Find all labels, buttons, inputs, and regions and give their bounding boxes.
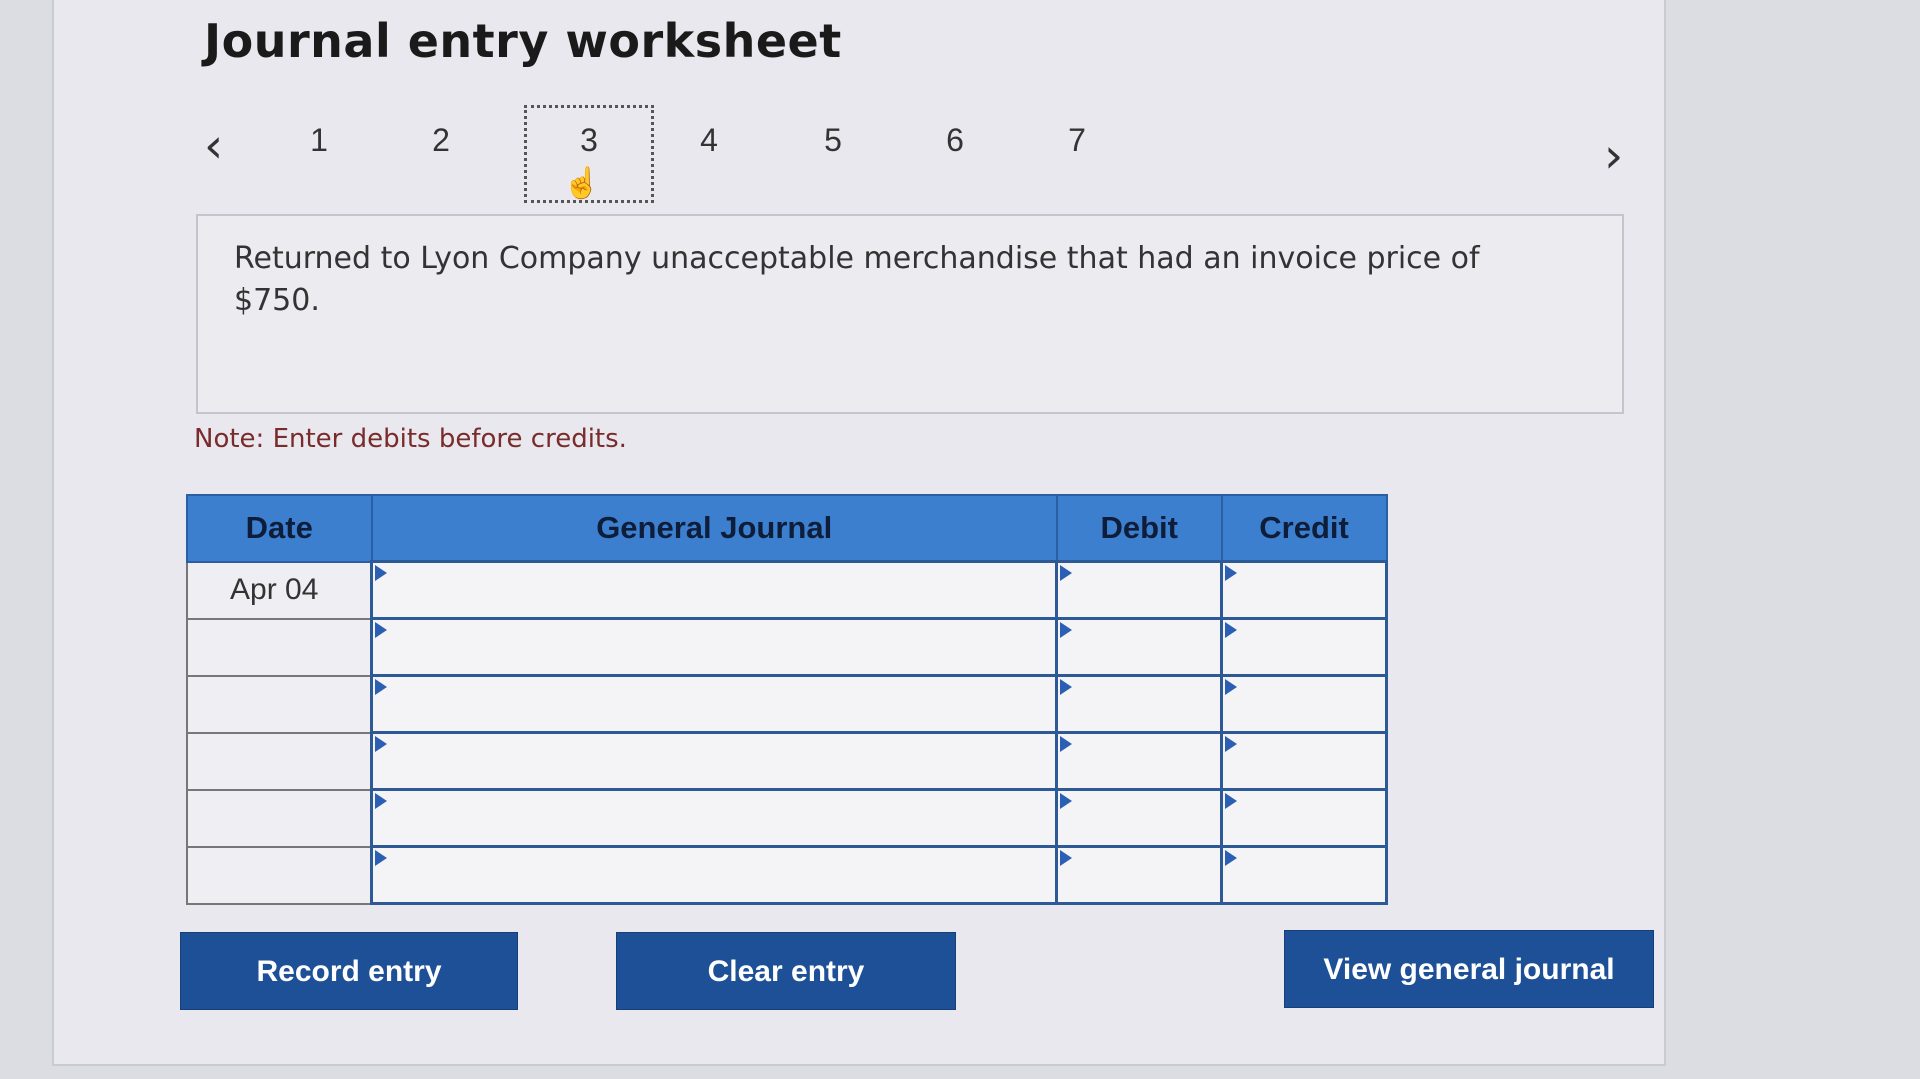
debit-input[interactable] <box>1055 845 1224 905</box>
credit-input[interactable] <box>1220 617 1388 677</box>
hand-cursor-icon: ☝ <box>563 167 601 200</box>
credit-input[interactable] <box>1220 788 1388 848</box>
account-input[interactable] <box>370 674 1059 734</box>
credit-input[interactable] <box>1220 560 1388 620</box>
step-7[interactable]: 7 <box>1032 122 1122 159</box>
dropdown-marker-icon <box>1225 565 1238 581</box>
date-cell <box>186 731 373 791</box>
step-3-label: 3 <box>580 122 598 158</box>
chevron-left-icon[interactable]: ‹ <box>204 118 223 174</box>
step-3-active[interactable]: 3 ☝ <box>524 105 654 203</box>
dropdown-marker-icon <box>1060 565 1073 581</box>
step-5[interactable]: 5 <box>788 122 878 159</box>
dropdown-marker-icon <box>1060 679 1073 695</box>
journal-table: Date General Journal Debit Credit Apr 04 <box>186 494 1388 905</box>
date-cell <box>186 788 373 848</box>
dropdown-marker-icon <box>375 622 388 638</box>
view-general-journal-button[interactable]: View general journal <box>1284 930 1654 1008</box>
step-1[interactable]: 1 <box>274 122 364 159</box>
table-row <box>186 788 1388 848</box>
debit-input[interactable] <box>1055 674 1224 734</box>
dropdown-marker-icon <box>375 793 388 809</box>
account-input[interactable] <box>370 560 1059 620</box>
transaction-description: Returned to Lyon Company unacceptable me… <box>234 241 1480 318</box>
date-cell <box>186 617 373 677</box>
clear-entry-button[interactable]: Clear entry <box>616 932 956 1010</box>
debit-input[interactable] <box>1055 560 1224 620</box>
credit-input[interactable] <box>1220 731 1388 791</box>
step-6[interactable]: 6 <box>910 122 1000 159</box>
general-journal-header: General Journal <box>370 494 1058 563</box>
chevron-right-icon[interactable]: › <box>1604 128 1623 184</box>
dropdown-marker-icon <box>1225 793 1238 809</box>
table-row <box>186 674 1388 734</box>
account-input[interactable] <box>370 617 1059 677</box>
table-row: Apr 04 <box>186 560 1388 620</box>
step-4[interactable]: 4 <box>664 122 754 159</box>
step-2[interactable]: 2 <box>396 122 486 159</box>
debit-input[interactable] <box>1055 617 1224 677</box>
entry-note: Note: Enter debits before credits. <box>194 424 627 454</box>
dropdown-marker-icon <box>1060 850 1073 866</box>
dropdown-marker-icon <box>375 679 388 695</box>
date-header: Date <box>186 494 373 563</box>
date-cell <box>186 845 373 905</box>
journal-header-row: Date General Journal Debit Credit <box>186 494 1388 563</box>
debit-header: Debit <box>1055 494 1223 563</box>
credit-input[interactable] <box>1220 845 1388 905</box>
dropdown-marker-icon <box>375 565 388 581</box>
page-title: Journal entry worksheet <box>204 14 842 68</box>
record-entry-button[interactable]: Record entry <box>180 932 518 1010</box>
dropdown-marker-icon <box>1225 736 1238 752</box>
account-input[interactable] <box>370 731 1059 791</box>
dropdown-marker-icon <box>1225 679 1238 695</box>
debit-input[interactable] <box>1055 731 1224 791</box>
dropdown-marker-icon <box>1225 622 1238 638</box>
dropdown-marker-icon <box>1060 736 1073 752</box>
table-row <box>186 845 1388 905</box>
account-input[interactable] <box>370 788 1059 848</box>
step-navigation: ‹ 1 2 3 ☝ 4 5 6 7 › <box>194 100 1654 210</box>
table-row <box>186 731 1388 791</box>
dropdown-marker-icon <box>375 736 388 752</box>
dropdown-marker-icon <box>1225 850 1238 866</box>
date-cell <box>186 674 373 734</box>
dropdown-marker-icon <box>1060 793 1073 809</box>
dropdown-marker-icon <box>1060 622 1073 638</box>
date-cell: Apr 04 <box>186 560 373 620</box>
debit-input[interactable] <box>1055 788 1224 848</box>
table-row <box>186 617 1388 677</box>
credit-input[interactable] <box>1220 674 1388 734</box>
transaction-description-box: Returned to Lyon Company unacceptable me… <box>196 214 1624 414</box>
dropdown-marker-icon <box>375 850 388 866</box>
worksheet-panel: Journal entry worksheet ‹ 1 2 3 ☝ 4 5 6 … <box>52 0 1666 1066</box>
credit-header: Credit <box>1220 494 1388 563</box>
account-input[interactable] <box>370 845 1059 905</box>
